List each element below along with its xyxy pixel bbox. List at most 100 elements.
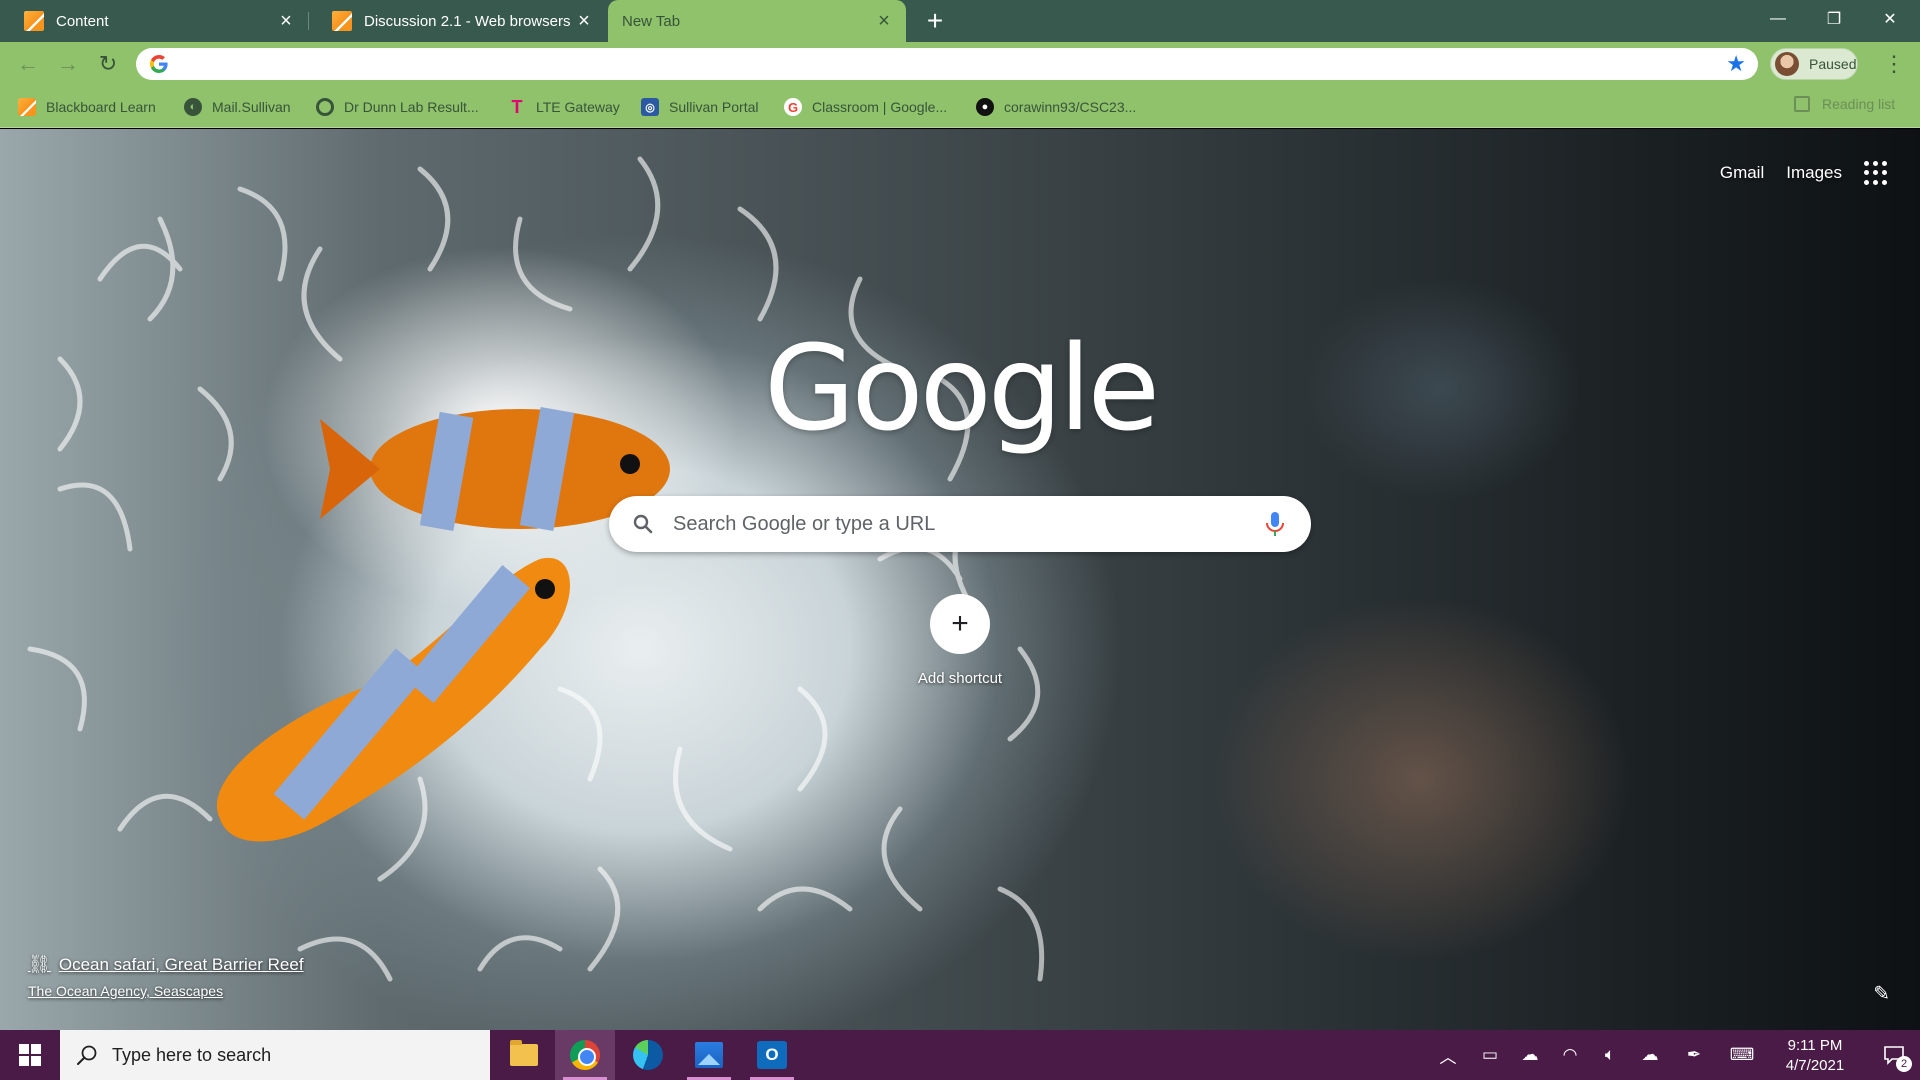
tab-strip: Content × Discussion 2.1 - Web browsers … (0, 0, 1920, 42)
taskbar-chrome[interactable] (555, 1030, 615, 1080)
close-icon[interactable]: × (874, 11, 894, 31)
tab-title: New Tab (622, 12, 681, 30)
edge-icon (633, 1040, 663, 1070)
add-shortcut-label: Add shortcut (917, 670, 1003, 687)
folder-icon (510, 1040, 538, 1066)
more-menu-icon[interactable]: ⋮ (1882, 50, 1906, 78)
close-icon[interactable]: × (276, 11, 296, 31)
bookmark-mail-sullivan[interactable]: ◐ Mail.Sullivan (184, 96, 291, 118)
bookmarks-bar: Blackboard Learn ◐ Mail.Sullivan Dr Dunn… (0, 86, 1920, 128)
bookmark-label: Blackboard Learn (46, 99, 156, 115)
action-center-button[interactable]: 2 (1868, 1030, 1920, 1080)
reading-list-label: Reading list (1822, 96, 1896, 112)
photos-icon (695, 1042, 723, 1068)
taskbar-search-box[interactable]: Type here to search (60, 1030, 490, 1080)
battery-icon[interactable]: ▭ (1472, 1030, 1508, 1080)
portal-icon: ◎ (641, 98, 659, 116)
profile-button[interactable]: Paused (1770, 48, 1858, 80)
bookmark-dr-dunn[interactable]: Dr Dunn Lab Result... (316, 96, 479, 118)
bookmark-github[interactable]: ● corawinn93/CSC23... (976, 96, 1136, 118)
toolbar: ← → ↻ ★ Paused ⋮ (0, 42, 1920, 86)
minimize-button[interactable]: — (1750, 0, 1806, 38)
attribution-link[interactable]: ⛓ Ocean safari, Great Barrier Reef (28, 954, 304, 975)
new-tab-page: Gmail Images Google Search Google or typ… (0, 129, 1920, 1030)
bookmark-sullivan-portal[interactable]: ◎ Sullivan Portal (641, 96, 759, 118)
top-links: Gmail Images (1720, 161, 1920, 185)
bookmark-classroom[interactable]: G Classroom | Google... (784, 96, 947, 118)
restore-button[interactable]: ❐ (1806, 0, 1862, 38)
google-icon (148, 53, 170, 75)
taskbar-file-explorer[interactable] (494, 1030, 554, 1080)
gmail-link[interactable]: Gmail (1720, 163, 1764, 183)
bookmark-label: LTE Gateway (536, 99, 620, 115)
plus-icon: + (930, 594, 990, 654)
profile-status: Paused (1809, 56, 1857, 72)
add-shortcut-button[interactable]: + Add shortcut (912, 594, 1008, 687)
globe-icon: ◐ (184, 98, 202, 116)
keyboard-icon[interactable]: ⌨ (1722, 1030, 1762, 1080)
windows-icon (19, 1044, 41, 1066)
onedrive-error-icon[interactable]: ☁ (1512, 1030, 1548, 1080)
close-window-button[interactable]: ✕ (1862, 0, 1918, 38)
google-apps-icon[interactable] (1864, 161, 1888, 185)
github-icon: ● (976, 98, 994, 116)
taskbar-outlook[interactable]: O (742, 1030, 802, 1080)
clock-time: 9:11 PM (1787, 1037, 1843, 1054)
search-icon (633, 514, 653, 534)
ring-icon (316, 98, 334, 116)
blackboard-icon (24, 11, 44, 31)
reload-button[interactable]: ↻ (94, 50, 122, 78)
customize-pencil-icon[interactable]: ✎ (1873, 981, 1890, 1006)
volume-icon[interactable]: 🔈︎ (1592, 1030, 1628, 1080)
background-attribution: ⛓ Ocean safari, Great Barrier Reef The O… (28, 954, 304, 999)
bookmark-blackboard[interactable]: Blackboard Learn (18, 96, 156, 118)
tab-discussion[interactable]: Discussion 2.1 - Web browsers - × (308, 0, 606, 42)
google-logo: Google (763, 319, 1160, 457)
taskbar-photos[interactable] (679, 1030, 739, 1080)
forward-button[interactable]: → (54, 50, 82, 78)
microphone-icon[interactable] (1263, 510, 1287, 538)
attribution-credit[interactable]: The Ocean Agency, Seascapes (28, 983, 304, 999)
bookmark-label: Mail.Sullivan (212, 99, 291, 115)
back-button[interactable]: ← (14, 50, 42, 78)
bookmark-label: corawinn93/CSC23... (1004, 99, 1137, 115)
outlook-icon: O (757, 1041, 787, 1069)
bookmark-label: Classroom | Google... (812, 99, 948, 115)
link-icon: ⛓ (28, 954, 51, 974)
search-icon (77, 1045, 97, 1065)
notification-count-badge: 2 (1896, 1056, 1912, 1072)
wifi-icon[interactable]: ◠ (1552, 1030, 1588, 1080)
ntp-search-box[interactable]: Search Google or type a URL (609, 496, 1311, 552)
cloud-upload-icon[interactable]: ☁ (1632, 1030, 1668, 1080)
pen-icon[interactable]: ✒ (1676, 1030, 1712, 1080)
omnibox-input[interactable] (180, 55, 1727, 73)
reading-list-button[interactable]: Reading list (1794, 96, 1895, 112)
show-hidden-icons-chevron-icon[interactable]: ︿ (1430, 1030, 1466, 1080)
taskbar-search-placeholder: Type here to search (112, 1044, 272, 1065)
tab-new-tab[interactable]: New Tab × (608, 0, 906, 42)
background-image (27, 156, 1045, 982)
clock-date: 4/7/2021 (1785, 1057, 1845, 1074)
chrome-icon (570, 1040, 600, 1070)
taskbar-edge[interactable] (618, 1030, 678, 1080)
clownfish-image (216, 557, 570, 842)
bookmark-lte-gateway[interactable]: T LTE Gateway (508, 96, 620, 118)
search-placeholder: Search Google or type a URL (673, 512, 936, 535)
bookmark-label: Sullivan Portal (669, 99, 759, 115)
avatar (1775, 52, 1799, 76)
omnibox[interactable]: ★ (136, 48, 1758, 80)
start-button[interactable] (0, 1030, 60, 1080)
blackboard-icon (18, 98, 36, 116)
taskbar: Type here to search O ︿ ▭ ☁ ◠ 🔈︎ ☁ ✒ ⌨ 9… (0, 1030, 1920, 1080)
reading-list-icon (1794, 96, 1810, 112)
taskbar-clock[interactable]: 9:11 PM 4/7/2021 (1770, 1036, 1860, 1076)
images-link[interactable]: Images (1786, 163, 1842, 183)
blackboard-icon (332, 11, 352, 31)
tmobile-icon: T (511, 96, 523, 117)
close-icon[interactable]: × (574, 11, 594, 31)
bookmark-label: Dr Dunn Lab Result... (344, 99, 479, 115)
bookmark-star-icon[interactable]: ★ (1726, 51, 1746, 77)
new-tab-button[interactable]: + (920, 5, 950, 36)
tab-title: Discussion 2.1 - Web browsers - (364, 12, 574, 30)
tab-content[interactable]: Content × (0, 0, 308, 42)
